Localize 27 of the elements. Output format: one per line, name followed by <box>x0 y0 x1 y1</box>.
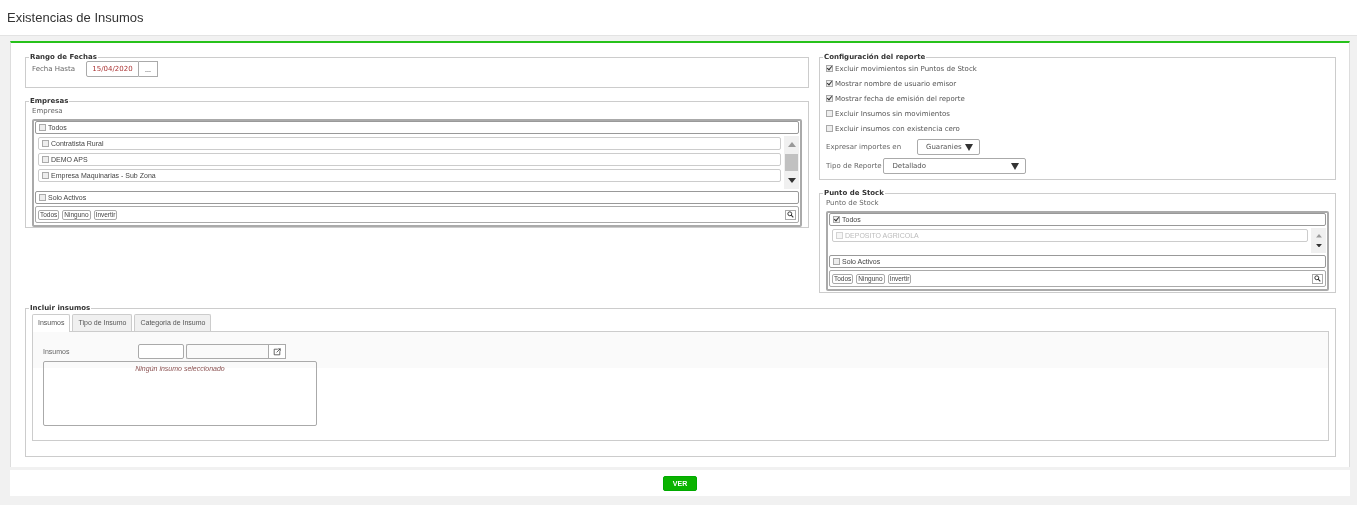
search-button[interactable] <box>1312 273 1323 284</box>
checkbox[interactable] <box>39 124 46 131</box>
scrollbar[interactable] <box>1311 228 1326 253</box>
scroll-up-icon[interactable] <box>787 142 796 147</box>
scroll-down-icon[interactable] <box>1314 243 1323 247</box>
external-link-icon <box>273 347 281 356</box>
checkbox[interactable] <box>42 156 49 163</box>
checkbox[interactable] <box>833 258 840 265</box>
checkbox[interactable] <box>826 125 833 132</box>
search-input-field[interactable] <box>186 344 268 359</box>
search-icon <box>787 211 794 218</box>
scrollbar[interactable] <box>784 136 799 189</box>
search-button[interactable] <box>785 209 796 220</box>
scroll-down-icon[interactable] <box>787 178 796 183</box>
open-external-button[interactable] <box>268 344 286 359</box>
checkbox[interactable] <box>826 80 833 87</box>
checkbox[interactable] <box>833 216 840 223</box>
search-icon <box>1314 275 1321 282</box>
code-input-field[interactable] <box>138 344 184 359</box>
page-title: Existencias de Insumos <box>7 10 144 25</box>
checkbox[interactable] <box>42 140 49 147</box>
checkbox[interactable] <box>826 65 833 72</box>
checkbox[interactable] <box>42 172 49 179</box>
checkbox[interactable] <box>39 194 46 201</box>
checkbox[interactable] <box>826 95 833 102</box>
checkbox[interactable] <box>826 110 833 117</box>
scroll-up-icon[interactable] <box>1314 234 1323 238</box>
